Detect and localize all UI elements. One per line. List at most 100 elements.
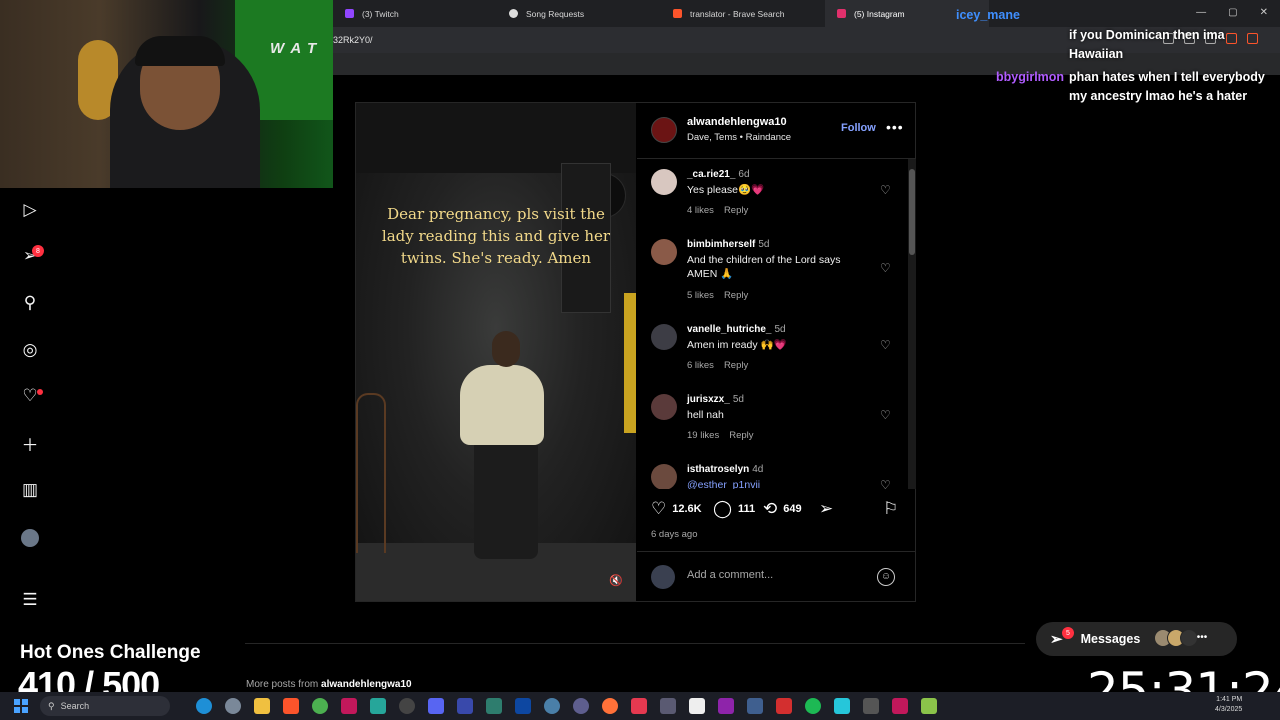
reply-button[interactable]: Reply (724, 360, 748, 371)
commenter-avatar[interactable] (651, 394, 677, 420)
webcam-sign-text: WAT (270, 40, 324, 57)
commenter-username[interactable]: _ca.rie21_ 6d (687, 169, 750, 180)
comment-mention[interactable]: @esther_p1nvii (687, 478, 867, 489)
app-icon[interactable] (689, 698, 705, 714)
app-icon[interactable] (863, 698, 879, 714)
send-icon[interactable]: ➢ (819, 499, 833, 519)
heart-icon[interactable]: ♡ (880, 183, 893, 197)
follow-button[interactable]: Follow (841, 122, 876, 134)
chat-username: icey_mane (956, 8, 1020, 22)
taskbar-search[interactable]: ⚲ Search (40, 696, 170, 716)
commenter-avatar[interactable] (651, 239, 677, 265)
explore-icon[interactable]: ◎ (20, 340, 40, 360)
heart-icon[interactable]: ♡ (651, 499, 666, 519)
close-icon[interactable]: ✕ (1260, 7, 1268, 18)
username-text[interactable]: _ca.rie21_ (687, 169, 735, 180)
search-label: Search (60, 701, 90, 711)
url-text[interactable]: 32Rk2Y0/ (333, 35, 373, 45)
commenter-avatar[interactable] (651, 324, 677, 350)
message-avatars: ••• (1154, 629, 1211, 647)
comment-icon[interactable]: ◯ (713, 499, 732, 519)
comment-likes[interactable]: 6 likes (687, 360, 714, 371)
edge-icon[interactable] (196, 698, 212, 714)
audio-subtitle[interactable]: Dave, Tems • Raindance (687, 132, 791, 143)
commenter-avatar[interactable] (651, 169, 677, 195)
commenter-username[interactable]: bimbimherself 5d (687, 239, 769, 250)
author-username[interactable]: alwandehlengwa10 (687, 116, 787, 128)
tab-twitch[interactable]: (3) Twitch (333, 0, 497, 27)
taskbar-clock[interactable]: 1:41 PM 4/3/2025 (1215, 695, 1242, 715)
commenter-username[interactable]: jurisxzx_ 5d (687, 394, 744, 405)
comment-likes[interactable]: 4 likes (687, 205, 714, 216)
username-text[interactable]: jurisxzx_ (687, 394, 730, 405)
app-icon[interactable] (573, 698, 589, 714)
minimize-icon[interactable]: — (1196, 7, 1206, 18)
create-icon[interactable]: ＋ (20, 433, 40, 455)
emoji-icon[interactable]: ☺ (877, 568, 895, 586)
commenter-avatar[interactable] (651, 464, 677, 489)
username-text[interactable]: vanelle_hutriche_ (687, 324, 771, 335)
vegas-icon[interactable] (457, 698, 473, 714)
more-posts-user[interactable]: alwandehlengwa10 (321, 679, 412, 690)
commenter-username[interactable]: isthatroselyn 4d (687, 464, 763, 475)
app-icon[interactable] (370, 698, 386, 714)
reply-button[interactable]: Reply (724, 290, 748, 301)
author-avatar[interactable] (651, 117, 677, 143)
comments-scrollbar[interactable] (908, 159, 916, 489)
github-icon[interactable] (399, 698, 415, 714)
comment-likes[interactable]: 19 likes (687, 430, 719, 441)
app-icon[interactable] (921, 698, 937, 714)
music-icon[interactable] (631, 698, 647, 714)
tab-song-requests[interactable]: Song Requests (497, 0, 661, 27)
discord-icon[interactable] (428, 698, 444, 714)
share-action[interactable]: ➢ (819, 499, 833, 519)
photoshop-icon[interactable] (515, 698, 531, 714)
add-comment-input[interactable]: Add a comment... (687, 569, 773, 581)
repost-action[interactable]: ⟲ 649 (763, 499, 802, 519)
comment-action[interactable]: ◯ 111 (713, 499, 755, 519)
settings-icon[interactable] (225, 698, 241, 714)
firefox-icon[interactable] (602, 698, 618, 714)
save-action[interactable]: ⚐ (883, 499, 898, 519)
app-icon[interactable] (747, 698, 763, 714)
brave-icon[interactable] (283, 698, 299, 714)
dashboard-icon[interactable]: ▥ (20, 480, 40, 500)
tab-brave-search[interactable]: translator - Brave Search (661, 0, 825, 27)
reply-button[interactable]: Reply (724, 205, 748, 216)
maximize-icon[interactable]: ▢ (1228, 7, 1237, 18)
folder-icon[interactable] (254, 698, 270, 714)
windows-start-icon[interactable] (14, 699, 28, 713)
search-icon[interactable]: ⚲ (20, 293, 40, 313)
heart-icon[interactable]: ♡ (880, 478, 893, 489)
profile-avatar[interactable] (21, 529, 39, 547)
more-options-icon[interactable]: ••• (886, 119, 904, 135)
chrome-icon[interactable] (312, 698, 328, 714)
like-action[interactable]: ♡ 12.6K (651, 499, 702, 519)
obs-icon[interactable] (341, 698, 357, 714)
commenter-username[interactable]: vanelle_hutriche_ 5d (687, 324, 786, 335)
app-icon[interactable] (718, 698, 734, 714)
reels-icon[interactable]: ▷ (20, 200, 40, 220)
app-icon[interactable] (486, 698, 502, 714)
app-icon[interactable] (892, 698, 908, 714)
app-icon[interactable] (544, 698, 560, 714)
repost-icon[interactable]: ⟲ (763, 499, 777, 519)
heart-icon[interactable]: ♡ (880, 338, 893, 352)
reply-button[interactable]: Reply (729, 430, 753, 441)
clock-time: 1:41 PM (1216, 696, 1243, 703)
heart-icon[interactable]: ♡ (880, 408, 893, 422)
app-icon[interactable] (834, 698, 850, 714)
spotify-icon[interactable] (805, 698, 821, 714)
streamer-cap (135, 36, 225, 66)
username-text[interactable]: bimbimherself (687, 239, 755, 250)
username-text[interactable]: isthatroselyn (687, 464, 749, 475)
heart-icon[interactable]: ♡ (880, 261, 893, 275)
menu-icon[interactable]: ☰ (20, 590, 40, 610)
app-icon[interactable] (660, 698, 676, 714)
scrollbar-thumb[interactable] (909, 169, 915, 255)
post-image[interactable]: Dear pregnancy, pls visit the lady readi… (356, 103, 636, 601)
app-icon[interactable] (776, 698, 792, 714)
comment-likes[interactable]: 5 likes (687, 290, 714, 301)
mute-icon[interactable]: 🔇 (609, 574, 623, 588)
bookmark-icon[interactable]: ⚐ (883, 499, 898, 519)
